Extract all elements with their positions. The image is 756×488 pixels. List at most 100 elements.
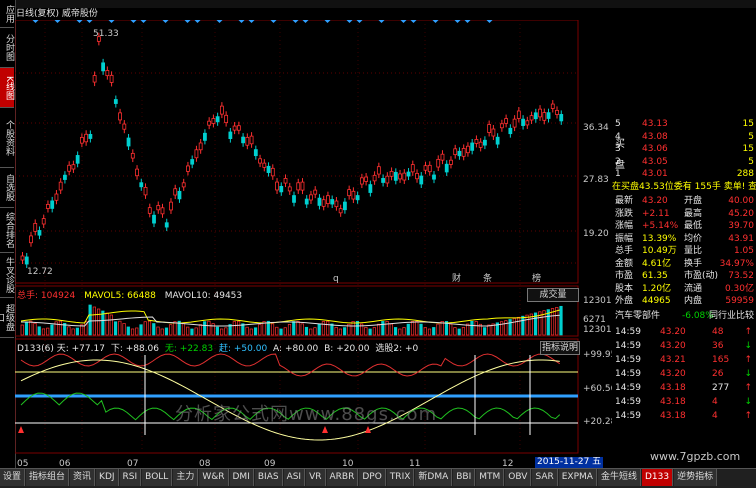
bottom-tab-10[interactable]: ASI bbox=[283, 469, 306, 486]
signal-diamond bbox=[399, 20, 408, 24]
candle bbox=[105, 70, 110, 77]
candle bbox=[304, 198, 309, 205]
bottom-tab-13[interactable]: DPO bbox=[359, 469, 386, 486]
left-tab-3[interactable]: 个股资料 bbox=[0, 108, 14, 168]
candle bbox=[546, 112, 551, 119]
left-tab-0[interactable]: 应用 bbox=[0, 0, 14, 28]
bottom-tab-1[interactable]: 指标组台 bbox=[26, 469, 70, 486]
date-axis-label: 05 bbox=[17, 459, 28, 468]
bottom-tab-18[interactable]: OBV bbox=[505, 469, 532, 486]
candle bbox=[499, 123, 504, 129]
volume-bar bbox=[309, 328, 313, 336]
event-marker: 榜 bbox=[532, 272, 541, 284]
volume-bar bbox=[449, 323, 453, 336]
candle bbox=[495, 136, 500, 145]
volume-dropdown[interactable]: 成交量 bbox=[527, 288, 579, 302]
volume-bar bbox=[88, 304, 92, 336]
bottom-tab-5[interactable]: BOLL bbox=[142, 469, 173, 486]
sell-row-2: 3 43.06 15 bbox=[612, 143, 756, 156]
volume-bar bbox=[122, 323, 126, 336]
bottom-tab-23[interactable]: 逆势指标 bbox=[674, 469, 718, 486]
bottom-tab-15[interactable]: 新DMA bbox=[415, 469, 453, 486]
bottom-tab-20[interactable]: EXPMA bbox=[558, 469, 597, 486]
candle bbox=[343, 201, 347, 211]
left-tab-5[interactable]: 综合排名 bbox=[0, 208, 14, 253]
volume-bar bbox=[504, 320, 508, 336]
sector-compare[interactable]: 同行业比较 bbox=[709, 310, 754, 323]
quote-key: 最新 bbox=[615, 196, 634, 206]
indicator-axis-label: +99.95 bbox=[583, 350, 612, 360]
candle bbox=[529, 115, 534, 121]
bottom-tab-7[interactable]: W&R bbox=[199, 469, 229, 486]
chart-grid bbox=[15, 20, 579, 454]
trade-row-5: 14:59 43.18 4 ↓ bbox=[612, 395, 756, 409]
indicator-v2: 下: +88.06 bbox=[110, 344, 160, 354]
menu-strip[interactable] bbox=[15, 0, 756, 8]
candlesticks bbox=[20, 32, 564, 269]
bottom-tab-6[interactable]: 主力 bbox=[173, 469, 199, 486]
signal-diamond bbox=[291, 20, 300, 24]
volume-bar bbox=[521, 315, 525, 336]
quote-key: 金额 bbox=[615, 258, 634, 269]
candle bbox=[152, 214, 156, 224]
candle bbox=[300, 181, 305, 191]
bottom-tab-11[interactable]: VR bbox=[306, 469, 326, 486]
event-marker: 条 bbox=[483, 272, 492, 284]
bottom-tab-16[interactable]: BBI bbox=[453, 469, 476, 486]
bottom-tab-0[interactable]: 设置 bbox=[0, 469, 26, 486]
bottom-tab-22[interactable]: D133 bbox=[641, 469, 674, 486]
candle bbox=[126, 137, 131, 147]
sell-row-4: 1 43.01 288 bbox=[612, 168, 756, 181]
bottom-tab-8[interactable]: DMI bbox=[229, 469, 254, 486]
indicator-help-button[interactable]: 指标说明 bbox=[540, 341, 580, 355]
trade-price: 43.20 bbox=[660, 327, 686, 337]
mavol10: MAVOL10: 49453 bbox=[164, 291, 243, 301]
left-tab-4[interactable]: 自选股 bbox=[0, 168, 14, 208]
volume-bar bbox=[326, 320, 330, 336]
volume-bar bbox=[296, 320, 300, 336]
volume-bar bbox=[508, 319, 512, 336]
bottom-tab-14[interactable]: TRIX bbox=[386, 469, 415, 486]
left-tab-6[interactable]: 牛叉诊股 bbox=[0, 253, 14, 298]
left-tab-1[interactable]: 分时图 bbox=[0, 28, 14, 68]
sector-name[interactable]: 汽车零部件 bbox=[615, 310, 660, 323]
candle bbox=[516, 110, 521, 119]
sell-volume: 288 bbox=[736, 169, 754, 179]
bottom-tab-4[interactable]: RSI bbox=[119, 469, 142, 486]
signal-diamond bbox=[85, 20, 94, 24]
bottom-tab-3[interactable]: KDJ bbox=[96, 469, 119, 486]
candle bbox=[109, 74, 114, 83]
candle bbox=[169, 201, 173, 211]
indicator-axis-label: +60.56 bbox=[583, 384, 612, 394]
volume-bar bbox=[29, 320, 33, 336]
sell-price: 43.13 bbox=[642, 119, 668, 129]
sector-row: 汽车零部件 -6.08% 同行业比较 bbox=[612, 310, 756, 323]
bottom-tab-19[interactable]: SAR bbox=[532, 469, 558, 486]
trade-row-3: 14:59 43.20 26 ↓ bbox=[612, 367, 756, 381]
bottom-tab-21[interactable]: 金牛短线 bbox=[597, 469, 641, 486]
volume-bar bbox=[483, 327, 487, 336]
signal-diamond bbox=[453, 20, 462, 24]
candle bbox=[398, 173, 402, 180]
watermark-text: 分析家公式网www.88gs.com bbox=[175, 404, 438, 425]
buy-order-link[interactable]: 卖单! 查看详情 bbox=[724, 182, 756, 192]
volume-axis-label: 12301 bbox=[583, 325, 612, 335]
volume-bar bbox=[292, 321, 296, 336]
bottom-tab-9[interactable]: BIAS bbox=[254, 469, 283, 486]
volume-bar bbox=[186, 326, 190, 336]
volume-bar bbox=[37, 326, 41, 336]
quote-value2: 1.05 bbox=[733, 246, 754, 256]
event-marker: 财 bbox=[452, 272, 461, 284]
candle bbox=[190, 159, 195, 165]
left-tab-2[interactable]: K线图 bbox=[0, 68, 14, 108]
left-tab-7[interactable]: 超级盘口 bbox=[0, 298, 14, 338]
bottom-tab-12[interactable]: ARBR bbox=[326, 469, 359, 486]
candle bbox=[258, 158, 262, 164]
quote-key: 涨跌 bbox=[615, 208, 634, 219]
candle bbox=[92, 75, 97, 83]
bottom-tab-17[interactable]: MTM bbox=[476, 469, 505, 486]
bottom-tab-2[interactable]: 资讯 bbox=[70, 469, 96, 486]
signal-diamond bbox=[355, 20, 364, 24]
volume-bar bbox=[368, 328, 372, 336]
candle bbox=[50, 200, 55, 209]
